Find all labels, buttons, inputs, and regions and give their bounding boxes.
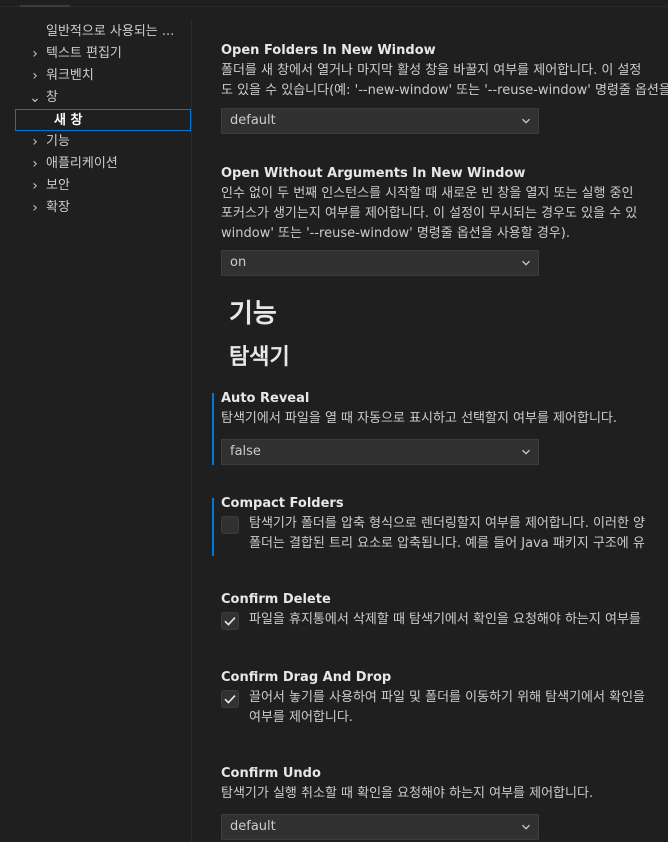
check-icon <box>224 617 236 626</box>
setting-confirm-delete: Confirm Delete 파일을 휴지통에서 삭제할 때 탐색기에서 확인을… <box>221 590 668 650</box>
select-value: on <box>230 255 247 270</box>
open-without-args-select[interactable]: on <box>221 250 539 276</box>
chevron-down-icon <box>522 449 530 455</box>
checkbox-row: 파일을 휴지통에서 삭제할 때 탐색기에서 확인을 요청해야 하는지 여부를 <box>221 610 668 650</box>
toc-item-label: 기능 <box>46 134 70 149</box>
setting-title: Compact Folders <box>221 496 344 511</box>
toc-item-commonly-used[interactable]: 일반적으로 사용되는 ... <box>0 21 191 43</box>
modified-indicator <box>212 393 214 465</box>
confirm-dnd-checkbox[interactable] <box>221 690 239 708</box>
toc-item-label: 새 창 <box>54 113 83 128</box>
check-icon <box>224 695 236 704</box>
toc-item-label: 보안 <box>46 178 70 193</box>
setting-description: 도 있을 수 있습니다(예: '--new-window' 또는 '--reus… <box>221 83 668 98</box>
subsection-heading: 탐색기 <box>229 345 290 370</box>
section-heading: 기능 <box>229 299 277 329</box>
toc-item-label: 애플리케이션 <box>46 156 118 171</box>
toc-item-new-window[interactable]: 새 창 <box>15 109 191 131</box>
confirm-delete-checkbox[interactable] <box>221 612 239 630</box>
desc-line: 탐색기가 폴더를 압축 형식으로 렌더링할지 여부를 제어합니다. 이러한 양 <box>249 516 645 531</box>
chevron-down-icon <box>522 260 530 266</box>
setting-confirm-drag-and-drop: Confirm Drag And Drop 끌어서 놓기를 사용하여 파일 및 … <box>221 668 668 728</box>
toc-item-extensions[interactable]: › 확장 <box>0 197 191 219</box>
chevron-down-icon: ⌄ <box>29 90 41 106</box>
select-value: false <box>230 444 261 459</box>
chevron-down-icon <box>522 118 530 124</box>
toc-item-label: 확장 <box>46 200 70 215</box>
chevron-right-icon: › <box>32 156 38 172</box>
toc-item-text-editor[interactable]: › 텍스트 편집기 <box>0 43 191 65</box>
setting-open-without-arguments: Open Without Arguments In New Window 인수 … <box>221 164 668 276</box>
chevron-right-icon: › <box>32 134 38 150</box>
setting-description: 탐색기가 폴더를 압축 형식으로 렌더링할지 여부를 제어합니다. 이러한 양 … <box>249 514 645 554</box>
desc-line: 폴더는 결합된 트리 요소로 압축됩니다. 예를 들어 Java 패키지 구조에… <box>249 536 645 551</box>
checkbox-row: 끌어서 놓기를 사용하여 파일 및 폴더를 이동하기 위해 탐색기에서 확인을 … <box>221 688 668 728</box>
setting-description: 끌어서 놓기를 사용하여 파일 및 폴더를 이동하기 위해 탐색기에서 확인을 … <box>249 688 645 728</box>
setting-open-folders-in-new-window: Open Folders In New Window 폴더를 새 창에서 열거나… <box>221 41 668 134</box>
setting-confirm-undo: Confirm Undo 탐색기가 실행 취소할 때 확인을 요청해야 하는지 … <box>221 764 668 840</box>
toc-item-features[interactable]: › 기능 <box>0 131 191 153</box>
setting-title: Open Without Arguments In New Window <box>221 166 526 181</box>
confirm-undo-select[interactable]: default <box>221 814 539 840</box>
chevron-right-icon: › <box>32 68 38 84</box>
setting-title: Open Folders In New Window <box>221 43 436 58</box>
modified-indicator <box>212 498 214 556</box>
active-tab-indicator <box>20 5 70 7</box>
top-divider <box>0 6 668 7</box>
select-value: default <box>230 113 276 128</box>
open-folders-select[interactable]: default <box>221 108 539 134</box>
toc-item-security[interactable]: › 보안 <box>0 175 191 197</box>
toc-item-label: 워크벤치 <box>46 68 94 83</box>
chevron-right-icon: › <box>32 178 38 194</box>
setting-title: Confirm Drag And Drop <box>221 670 392 685</box>
setting-description: 인수 없이 두 번째 인스턴스를 시작할 때 새로운 빈 창을 열지 또는 실행… <box>221 186 634 201</box>
toc-item-label: 텍스트 편집기 <box>46 46 122 61</box>
setting-description: 탐색기에서 파일을 열 때 자동으로 표시하고 선택할지 여부를 제어합니다. <box>221 411 617 426</box>
toc-item-workbench[interactable]: › 워크벤치 <box>0 65 191 87</box>
settings-toc: 일반적으로 사용되는 ... › 텍스트 편집기 › 워크벤치 ⌄ 창 새 창 … <box>0 20 191 842</box>
setting-description: 포커스가 생기는지 여부를 제어합니다. 이 설정이 무시되는 경우도 있을 수… <box>221 206 638 221</box>
toc-item-label: 창 <box>46 90 58 105</box>
settings-content: Open Folders In New Window 폴더를 새 창에서 열거나… <box>192 20 668 842</box>
select-value: default <box>230 819 276 834</box>
toc-item-window[interactable]: ⌄ 창 <box>0 87 191 109</box>
setting-compact-folders: Compact Folders 탐색기가 폴더를 압축 형식으로 렌더링할지 여… <box>212 494 668 556</box>
toc-item-label: 일반적으로 사용되는 ... <box>46 24 175 39</box>
desc-line: 끌어서 놓기를 사용하여 파일 및 폴더를 이동하기 위해 탐색기에서 확인을 <box>249 690 645 705</box>
setting-auto-reveal: Auto Reveal 탐색기에서 파일을 열 때 자동으로 표시하고 선택할지… <box>212 389 668 465</box>
setting-description: window' 또는 '--reuse-window' 명령줄 옵션을 사용할 … <box>221 226 570 241</box>
setting-description: 파일을 휴지통에서 삭제할 때 탐색기에서 확인을 요청해야 하는지 여부를 <box>249 612 641 627</box>
setting-title: Confirm Delete <box>221 592 331 607</box>
desc-line: 여부를 제어합니다. <box>249 710 353 725</box>
auto-reveal-select[interactable]: false <box>221 439 539 465</box>
chevron-right-icon: › <box>32 200 38 216</box>
compact-folders-checkbox[interactable] <box>221 516 239 534</box>
setting-title: Auto Reveal <box>221 391 310 406</box>
setting-title: Confirm Undo <box>221 766 321 781</box>
chevron-down-icon <box>522 824 530 830</box>
toc-item-application[interactable]: › 애플리케이션 <box>0 153 191 175</box>
checkbox-row: 탐색기가 폴더를 압축 형식으로 렌더링할지 여부를 제어합니다. 이러한 양 … <box>221 514 668 554</box>
chevron-right-icon: › <box>32 46 38 62</box>
setting-description: 탐색기가 실행 취소할 때 확인을 요청해야 하는지 여부를 제어합니다. <box>221 786 594 801</box>
setting-description: 폴더를 새 창에서 열거나 마지막 활성 창을 바꿀지 여부를 제어합니다. 이… <box>221 63 642 78</box>
